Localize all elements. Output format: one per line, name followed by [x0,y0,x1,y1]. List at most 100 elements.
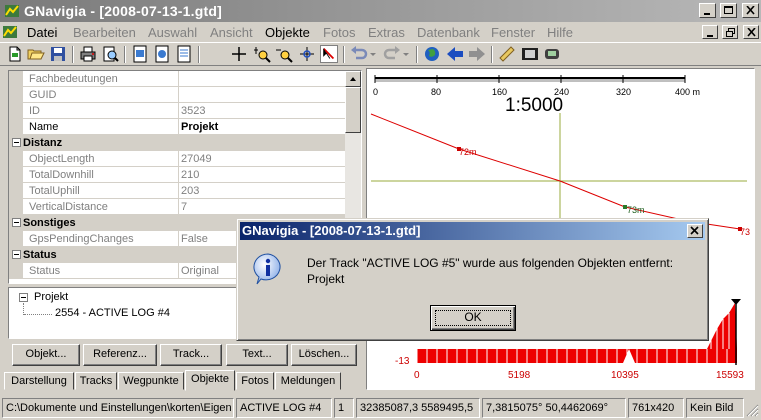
track-button[interactable]: Track... [160,344,222,366]
mdi-close-button[interactable] [743,25,759,39]
app-icon [5,5,19,17]
status-size: 761x420 [628,398,684,418]
tree-node-active-log[interactable]: 2554 - ACTIVE LOG #4 [55,307,170,319]
undo-icon[interactable] [350,45,368,63]
menu-extras[interactable]: Extras [368,25,405,40]
tab-tracks[interactable]: Tracks [75,372,117,390]
menu-fenster[interactable]: Fenster [491,25,535,40]
scale-ratio: 1:5000 [505,95,564,116]
tab-objekte[interactable]: Objekte [185,370,235,391]
select-area-icon[interactable] [320,45,338,63]
track-label: 73m [627,205,645,215]
menu-datenbank[interactable]: Datenbank [417,25,480,40]
zoom-out-icon[interactable] [275,45,293,63]
property-row-objectlength[interactable]: ObjectLength 27049 [9,151,347,167]
select-point-icon[interactable] [298,45,316,63]
new-file-icon[interactable] [6,45,24,63]
resize-grip-icon[interactable] [746,404,759,417]
ruler-icon[interactable] [498,45,516,63]
ok-button[interactable]: OK [430,305,516,331]
redo-icon[interactable] [383,45,401,63]
info-icon [253,253,281,285]
property-row-verticaldistance[interactable]: VerticalDistance 7 [9,199,347,215]
collapse-icon[interactable] [12,138,21,147]
track-label: 73 [740,227,751,237]
property-row-id[interactable]: ID 3523 [9,103,347,119]
dialog-title-bar: GNavigia - [2008-07-13-1.gtd] [240,222,705,240]
profile-x-label: 10395 [611,370,639,381]
gps-device-icon[interactable] [543,45,561,63]
profile-x-label: 0 [414,370,420,381]
tab-meldungen[interactable]: Meldungen [275,372,341,390]
status-coords-utm: 32385087,3 5589495,5 [356,398,480,418]
objekt-button[interactable]: Objekt... [12,344,80,366]
crosshair-icon[interactable] [230,45,248,63]
dialog-message-line: Der Track "ACTIVE LOG #5" wurde aus folg… [307,256,674,270]
scale-tick-label: 320 [616,87,632,97]
zoom-in-icon[interactable] [253,45,271,63]
dialog-message-line: Projekt [307,272,345,286]
menu-hilfe[interactable]: Hilfe [547,25,573,40]
mdi-restore-button[interactable] [721,25,738,39]
collapse-icon[interactable] [12,218,21,227]
redo-dropdown-icon[interactable] [402,45,410,63]
menu-ansicht[interactable]: Ansicht [210,25,253,40]
dialog-message: Der Track "ACTIVE LOG #5" wurde aus folg… [307,255,673,287]
property-row-name[interactable]: Name Projekt [9,119,347,135]
text-button[interactable]: Text... [226,344,288,366]
undo-dropdown-icon[interactable] [369,45,377,63]
tab-darstellung[interactable]: Darstellung [4,372,74,390]
scroll-up-button[interactable] [345,71,361,87]
print-preview-icon[interactable] [101,45,119,63]
window-title: GNavigia - [2008-07-13-1.gtd] [24,3,222,19]
document-window-icon[interactable] [2,24,18,40]
menu-auswahl[interactable]: Auswahl [148,25,197,40]
open-folder-icon[interactable] [27,45,45,63]
globe-icon[interactable] [423,45,441,63]
loeschen-button[interactable]: Löschen... [291,344,357,366]
toolbar [0,42,761,66]
status-bar: C:\Dokumente und Einstellungen\korten\Ei… [0,396,761,420]
property-row-fachbedeutungen[interactable]: Fachbedeutungen [9,71,347,87]
message-dialog: GNavigia - [2008-07-13-1.gtd] Der Track … [236,218,709,341]
print-icon[interactable] [79,45,97,63]
mdi-minimize-button[interactable] [701,25,718,39]
save-icon[interactable] [49,45,67,63]
menu-bearbeiten[interactable]: Bearbeiten [73,25,136,40]
title-bar: GNavigia - [2008-07-13-1.gtd] [0,0,761,22]
track-label: 72m [459,147,477,157]
tab-fotos[interactable]: Fotos [236,372,274,390]
category-distanz[interactable]: Distanz [9,135,347,151]
property-row-totaluphill[interactable]: TotalUphill 203 [9,183,347,199]
referenz-button[interactable]: Referenz... [83,344,157,366]
scale-bar [374,75,686,83]
minimize-button[interactable] [698,3,716,18]
tree-node-projekt[interactable]: Projekt [34,291,68,303]
tree-collapse-icon[interactable] [19,293,28,302]
scroll-thumb[interactable] [345,87,361,133]
property-row-totaldownhill[interactable]: TotalDownhill 210 [9,167,347,183]
film-icon[interactable] [521,45,539,63]
tab-wegpunkte[interactable]: Wegpunkte [118,372,184,390]
status-path: C:\Dokumente und Einstellungen\korten\Ei… [2,398,234,418]
dialog-title: GNavigia - [2008-07-13-1.gtd] [242,223,421,238]
menu-objekte[interactable]: Objekte [265,25,310,40]
property-row-guid[interactable]: GUID [9,87,347,103]
scale-tick-label: 80 [431,87,442,97]
document-icon[interactable] [175,45,193,63]
scale-tick-label: 400 m [675,87,701,97]
profile-y-min-label: -13 [395,356,410,367]
forward-arrow-icon[interactable] [468,45,486,63]
menu-datei[interactable]: Datei [27,25,57,40]
dialog-close-button[interactable] [687,224,703,238]
status-count: 1 [334,398,354,418]
collapse-icon[interactable] [12,250,21,259]
close-button[interactable] [742,3,759,18]
status-track: ACTIVE LOG #4 [236,398,332,418]
import-icon[interactable] [131,45,149,63]
maximize-button[interactable] [719,3,737,18]
export-icon[interactable] [153,45,171,63]
menu-fotos[interactable]: Fotos [323,25,356,40]
scale-tick-label: 0 [373,87,379,97]
back-arrow-icon[interactable] [446,45,464,63]
